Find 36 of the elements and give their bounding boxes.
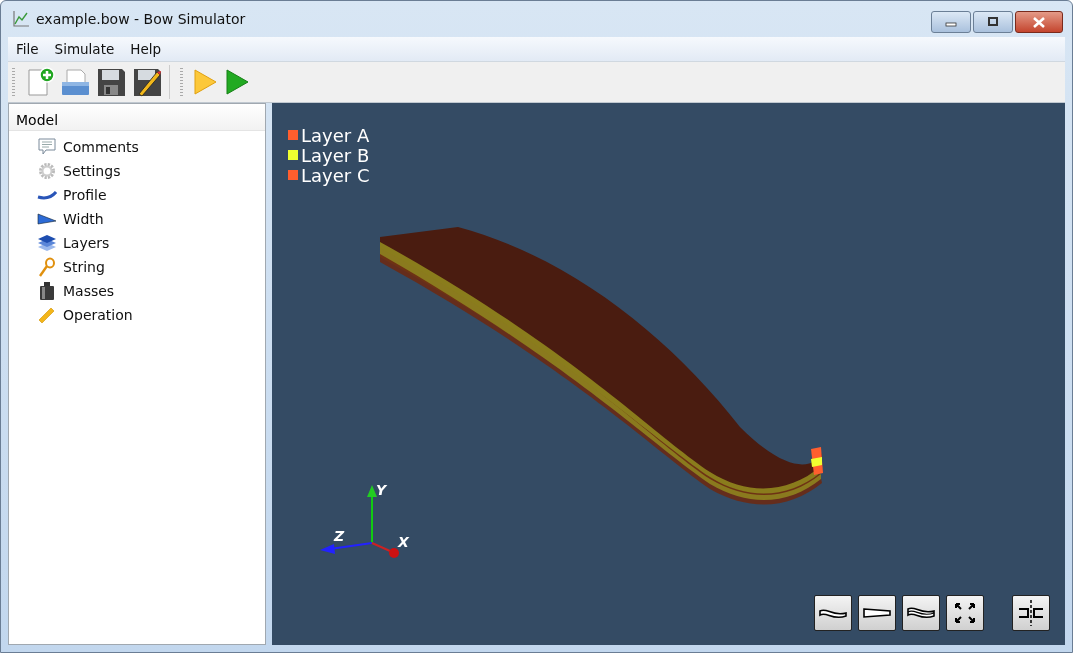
gear-icon: [37, 162, 57, 180]
mirror-split-icon: [1017, 599, 1045, 627]
tree-item[interactable]: Operation: [63, 307, 133, 323]
curve-icon: [37, 188, 57, 202]
legend-label: Layer A: [301, 124, 370, 146]
tree-item[interactable]: Width: [63, 211, 104, 227]
expand-arrows-icon: [953, 601, 977, 625]
maximize-button[interactable]: [973, 11, 1013, 33]
speech-bubble-icon: [37, 138, 57, 156]
close-button[interactable]: [1015, 11, 1063, 33]
maximize-icon: [987, 17, 999, 27]
window-title: example.bow - Bow Simulator: [36, 11, 246, 27]
menu-item[interactable]: Simulate: [46, 41, 123, 57]
tree-item[interactable]: Comments: [63, 139, 139, 155]
layers-icon: [37, 234, 57, 252]
line-chart-icon: [12, 10, 30, 28]
menu-item[interactable]: Help: [122, 41, 170, 57]
mirror-view-button[interactable]: [1012, 595, 1050, 631]
close-icon: [1032, 16, 1046, 28]
tree-item[interactable]: String: [63, 259, 105, 275]
play-icon[interactable]: [223, 67, 251, 97]
axis-gizmo-drawing: Y Z X: [318, 481, 418, 561]
menu-item[interactable]: File: [8, 41, 47, 57]
tree-item[interactable]: Settings: [63, 163, 121, 179]
profile-view-button[interactable]: [814, 595, 852, 631]
tree-item[interactable]: Masses: [63, 283, 115, 299]
loop-icon: [37, 257, 57, 277]
3d-view-button[interactable]: [902, 595, 940, 631]
ruler-icon: [37, 306, 57, 324]
tree-item[interactable]: Layers: [63, 235, 110, 251]
top-view-button[interactable]: [858, 595, 896, 631]
weight-icon: [37, 281, 57, 301]
floppy-pencil-icon[interactable]: [131, 66, 163, 98]
fit-view-button[interactable]: [946, 595, 984, 631]
tree-item[interactable]: Profile: [63, 187, 107, 203]
wedge-icon: [37, 212, 57, 226]
